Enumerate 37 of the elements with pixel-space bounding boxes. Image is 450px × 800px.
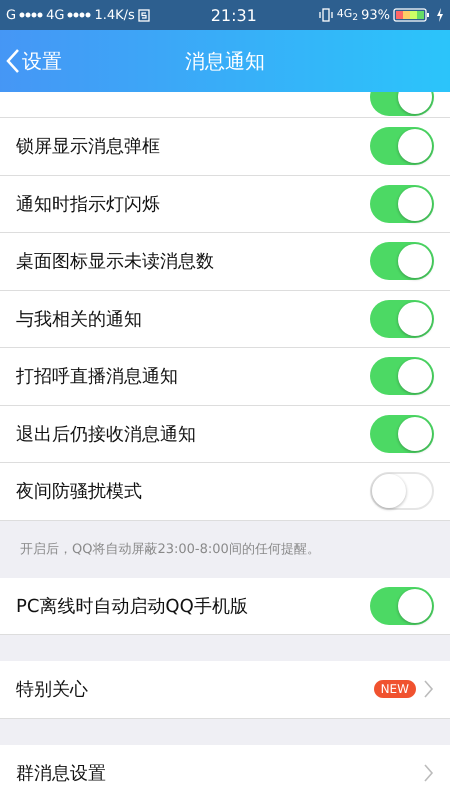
setting-label: 夜间防骚扰模式 <box>16 480 142 504</box>
setting-label: 锁屏显示消息弹框 <box>16 135 160 158</box>
clock: 21:31 <box>210 6 257 24</box>
network-label: 4G$_{2}$ <box>336 6 358 24</box>
page-title: 消息通知 <box>185 48 265 72</box>
toggle-switch[interactable] <box>370 300 434 338</box>
setting-label: 与我相关的通知 <box>16 308 142 331</box>
setting-label: 桌面图标显示未读消息数 <box>16 250 214 274</box>
chevron-icon <box>424 764 434 782</box>
battery-percent: 93% <box>361 8 390 22</box>
setting-label: 群消息设置 <box>16 762 106 785</box>
hint-text: 开启后，QQ将自动屏蔽23:00-8:00间的任何提醒。 <box>20 541 320 558</box>
toggle-switch[interactable] <box>370 414 434 453</box>
new-badge: NEW <box>374 680 416 698</box>
toggle-switch[interactable] <box>370 357 434 396</box>
toggle-switch[interactable] <box>370 242 434 280</box>
menu-item[interactable]: 群消息设置 <box>0 744 450 800</box>
signal-icon <box>67 12 92 18</box>
toggle-switch[interactable] <box>370 586 434 625</box>
setting-label: 退出后仍接收消息通知 <box>16 422 196 446</box>
signal-icon <box>19 12 44 18</box>
sim-icon <box>138 8 150 22</box>
network-label: G <box>6 8 16 22</box>
toggle-switch[interactable] <box>370 127 434 166</box>
setting-label: 特别关心 <box>16 678 88 702</box>
setting-label: 通知时指示灯闪烁 <box>16 192 160 216</box>
network-speed: 1.4K/s <box>94 8 135 22</box>
network-label: 4G <box>46 8 64 22</box>
toggle-switch[interactable] <box>370 472 434 510</box>
vibrate-icon <box>318 8 334 22</box>
setting-label: PC离线时自动启动QQ手机版 <box>16 594 248 618</box>
setting-label: 打招呼直播消息通知 <box>16 365 178 388</box>
chevron-icon <box>424 680 434 698</box>
chevron-icon <box>6 48 20 74</box>
toggle-switch[interactable] <box>370 184 434 223</box>
menu-item[interactable]: 特别关心 NEW <box>0 661 450 718</box>
charging-icon <box>436 8 444 22</box>
